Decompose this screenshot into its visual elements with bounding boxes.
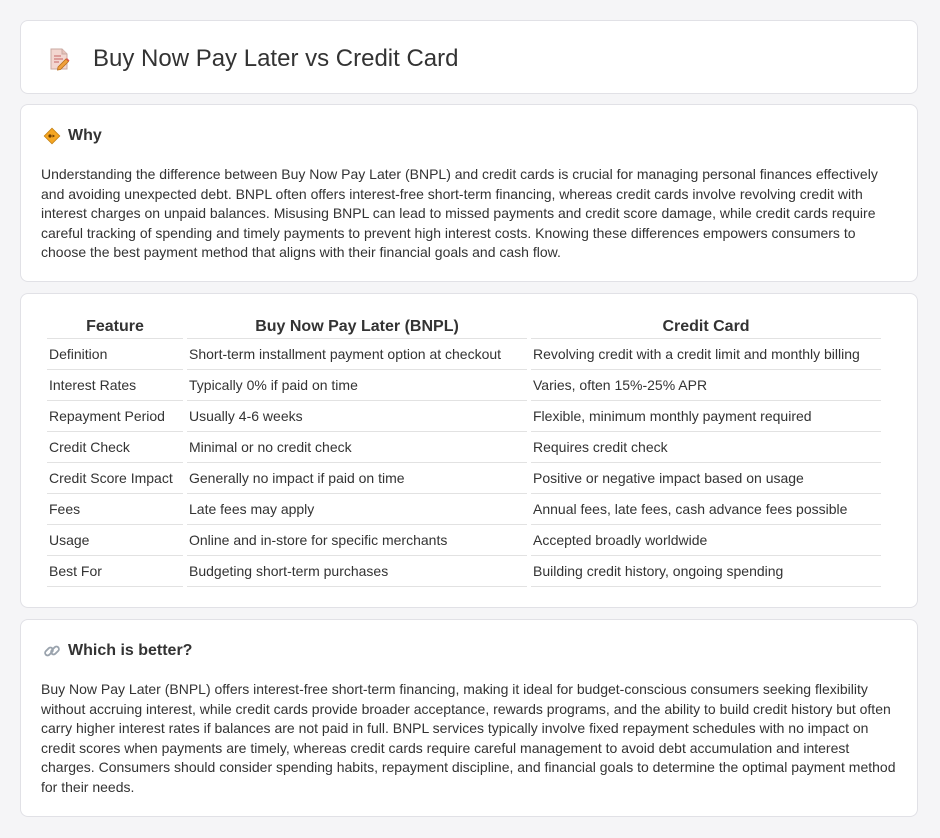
bnpl-cell: Online and in-store for specific merchan… (187, 525, 527, 556)
feature-cell: Definition (47, 339, 183, 370)
table-row: Fees Late fees may apply Annual fees, la… (47, 494, 881, 525)
feature-cell: Best For (47, 556, 183, 587)
document-pencil-icon (47, 47, 71, 71)
feature-cell: Credit Check (47, 432, 183, 463)
credit-card-cell: Requires credit check (531, 432, 881, 463)
feature-cell: Credit Score Impact (47, 463, 183, 494)
which-is-better-section: Which is better? Buy Now Pay Later (BNPL… (20, 619, 918, 817)
bnpl-cell: Generally no impact if paid on time (187, 463, 527, 494)
table-row: Best For Budgeting short-term purchases … (47, 556, 881, 587)
credit-card-cell: Revolving credit with a credit limit and… (531, 339, 881, 370)
table-row: Credit Score Impact Generally no impact … (47, 463, 881, 494)
column-header-bnpl: Buy Now Pay Later (BNPL) (187, 315, 527, 339)
bnpl-cell: Budgeting short-term purchases (187, 556, 527, 587)
bnpl-cell: Minimal or no credit check (187, 432, 527, 463)
credit-card-cell: Annual fees, late fees, cash advance fee… (531, 494, 881, 525)
comparison-table: Feature Buy Now Pay Later (BNPL) Credit … (43, 315, 885, 587)
which-is-better-title: Which is better? (68, 642, 193, 659)
why-heading: Why (43, 127, 102, 145)
credit-card-cell: Varies, often 15%-25% APR (531, 370, 881, 401)
which-is-better-heading: Which is better? (43, 642, 192, 660)
bnpl-cell: Late fees may apply (187, 494, 527, 525)
table-row: Usage Online and in-store for specific m… (47, 525, 881, 556)
why-text: Understanding the difference between Buy… (41, 166, 878, 260)
table-row: Definition Short-term installment paymen… (47, 339, 881, 370)
feature-cell: Repayment Period (47, 401, 183, 432)
credit-card-cell: Positive or negative impact based on usa… (531, 463, 881, 494)
credit-card-cell: Flexible, minimum monthly payment requir… (531, 401, 881, 432)
credit-card-cell: Building credit history, ongoing spendin… (531, 556, 881, 587)
why-title: Why (68, 127, 102, 144)
column-header-feature: Feature (47, 315, 183, 339)
column-header-credit-card: Credit Card (531, 315, 881, 339)
diamond-sign-icon (43, 127, 61, 145)
which-is-better-text: Buy Now Pay Later (BNPL) offers interest… (41, 681, 896, 795)
link-icon (43, 642, 61, 660)
bnpl-cell: Short-term installment payment option at… (187, 339, 527, 370)
feature-cell: Usage (47, 525, 183, 556)
feature-cell: Fees (47, 494, 183, 525)
table-row: Repayment Period Usually 4-6 weeks Flexi… (47, 401, 881, 432)
credit-card-cell: Accepted broadly worldwide (531, 525, 881, 556)
feature-cell: Interest Rates (47, 370, 183, 401)
title-row: Buy Now Pay Later vs Credit Card (47, 45, 458, 73)
why-section: Why Understanding the difference between… (20, 104, 918, 282)
table-row: Credit Check Minimal or no credit check … (47, 432, 881, 463)
title-card: Buy Now Pay Later vs Credit Card (20, 20, 918, 94)
bnpl-cell: Typically 0% if paid on time (187, 370, 527, 401)
bnpl-cell: Usually 4-6 weeks (187, 401, 527, 432)
page-title: Buy Now Pay Later vs Credit Card (93, 45, 459, 72)
table-row: Interest Rates Typically 0% if paid on t… (47, 370, 881, 401)
comparison-card: Feature Buy Now Pay Later (BNPL) Credit … (20, 293, 918, 608)
table-header-row: Feature Buy Now Pay Later (BNPL) Credit … (47, 315, 881, 339)
